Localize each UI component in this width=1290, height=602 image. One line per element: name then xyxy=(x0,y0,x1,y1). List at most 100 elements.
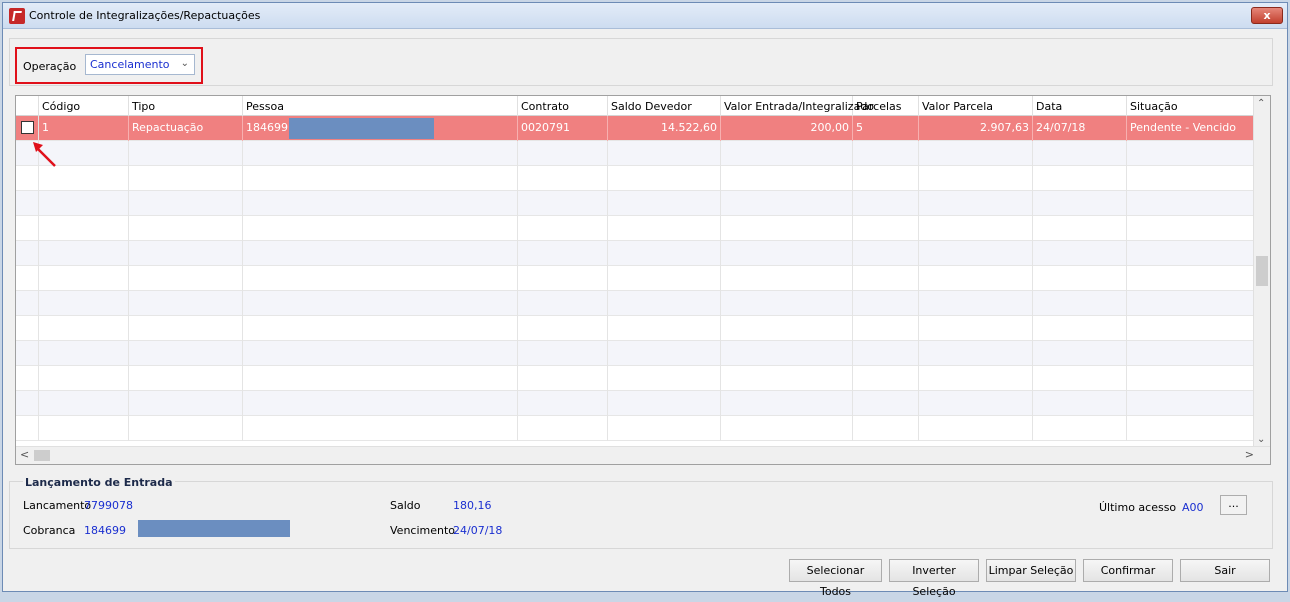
limpar-selecao-button[interactable]: Limpar Seleção xyxy=(986,559,1076,582)
empty-cell xyxy=(721,191,853,216)
header-tipo[interactable]: Tipo xyxy=(129,96,243,116)
header-contrato[interactable]: Contrato xyxy=(518,96,608,116)
operation-select-value: Cancelamento xyxy=(90,58,170,71)
scroll-left-icon[interactable]: < xyxy=(20,448,29,461)
scroll-up-icon[interactable]: ⌃ xyxy=(1257,98,1265,109)
empty-cell xyxy=(608,166,721,191)
row-checkbox[interactable] xyxy=(21,121,34,134)
empty-cell xyxy=(39,366,129,391)
empty-cell xyxy=(129,316,243,341)
empty-cell xyxy=(853,141,919,166)
empty-cell xyxy=(243,141,518,166)
title-bar: Controle de Integralizações/Repactuações… xyxy=(3,3,1287,29)
sair-button[interactable]: Sair xyxy=(1180,559,1270,582)
empty-cell xyxy=(919,416,1033,441)
cell-parcelas: 5 xyxy=(853,116,919,141)
empty-cell xyxy=(243,366,518,391)
annotation-arrow-icon xyxy=(33,142,56,167)
empty-cell xyxy=(608,316,721,341)
operation-select[interactable]: Cancelamento ⌄ xyxy=(85,54,195,75)
table-row[interactable]: 1 Repactuação 184699 0020791 14.522,60 2… xyxy=(16,116,1254,141)
empty-cell xyxy=(721,216,853,241)
horizontal-scroll-thumb[interactable] xyxy=(34,450,50,461)
horizontal-scrollbar[interactable]: < > xyxy=(16,446,1270,464)
ultimo-acesso-more-button[interactable]: ... xyxy=(1220,495,1247,515)
empty-cell xyxy=(39,216,129,241)
vertical-scrollbar[interactable]: ⌃ ⌄ xyxy=(1253,96,1270,448)
window-title: Controle de Integralizações/Repactuações xyxy=(29,9,261,22)
empty-row xyxy=(16,141,1254,166)
empty-cell xyxy=(608,266,721,291)
empty-cell xyxy=(608,241,721,266)
header-valor-parcela[interactable]: Valor Parcela xyxy=(919,96,1033,116)
header-parcelas[interactable]: Parcelas xyxy=(853,96,919,116)
empty-row xyxy=(16,391,1254,416)
vertical-scroll-thumb[interactable] xyxy=(1256,256,1268,286)
empty-cell xyxy=(1033,366,1127,391)
empty-cell xyxy=(1127,141,1254,166)
cobranca-label: Cobranca xyxy=(23,524,76,537)
empty-cell xyxy=(1127,291,1254,316)
empty-row xyxy=(16,216,1254,241)
empty-row xyxy=(16,416,1254,441)
empty-cell xyxy=(518,316,608,341)
empty-row-head xyxy=(16,366,39,391)
empty-cell xyxy=(518,391,608,416)
empty-cell xyxy=(243,166,518,191)
empty-cell xyxy=(853,216,919,241)
empty-row-head xyxy=(16,391,39,416)
ultimo-acesso-value: A00 xyxy=(1182,501,1204,514)
selecionar-todos-button[interactable]: Selecionar Todos xyxy=(789,559,882,598)
header-select-column xyxy=(16,96,39,116)
empty-cell xyxy=(518,191,608,216)
cobranca-value: 184699 xyxy=(84,524,126,537)
empty-cell xyxy=(39,416,129,441)
header-situacao[interactable]: Situação xyxy=(1127,96,1254,116)
empty-row-head xyxy=(16,266,39,291)
empty-cell xyxy=(1127,166,1254,191)
header-valor-entrada[interactable]: Valor Entrada/Integralizado xyxy=(721,96,874,116)
empty-cell xyxy=(39,316,129,341)
lancamento-label: Lancamento xyxy=(23,499,92,512)
records-grid[interactable]: Código Tipo Pessoa Contrato Saldo Devedo… xyxy=(15,95,1271,465)
cell-situacao: Pendente - Vencido xyxy=(1130,121,1236,134)
empty-cell xyxy=(129,416,243,441)
empty-cell xyxy=(1127,266,1254,291)
empty-cell xyxy=(39,266,129,291)
empty-cell xyxy=(919,291,1033,316)
scroll-down-icon[interactable]: ⌄ xyxy=(1257,434,1265,445)
chevron-down-icon: ⌄ xyxy=(180,58,189,69)
empty-cell xyxy=(1033,191,1127,216)
close-button[interactable]: x xyxy=(1251,7,1283,24)
empty-cell xyxy=(721,291,853,316)
header-codigo[interactable]: Código xyxy=(39,96,129,116)
row-select-cell xyxy=(16,116,39,141)
header-data[interactable]: Data xyxy=(1033,96,1127,116)
empty-cell xyxy=(853,241,919,266)
grid-header: Código Tipo Pessoa Contrato Saldo Devedo… xyxy=(16,96,1254,116)
confirmar-button[interactable]: Confirmar xyxy=(1083,559,1173,582)
empty-cell xyxy=(721,241,853,266)
inverter-selecao-button[interactable]: Inverter Seleção xyxy=(889,559,979,598)
empty-cell xyxy=(39,191,129,216)
vencimento-value: 24/07/18 xyxy=(453,524,503,537)
empty-cell xyxy=(129,391,243,416)
empty-cell xyxy=(1033,291,1127,316)
empty-cell xyxy=(129,216,243,241)
header-saldo-devedor[interactable]: Saldo Devedor xyxy=(608,96,721,116)
scroll-right-icon[interactable]: > xyxy=(1245,448,1254,461)
empty-cell xyxy=(1033,216,1127,241)
cell-data: 24/07/18 xyxy=(1033,116,1127,141)
redacted-cobranca-name xyxy=(138,520,290,537)
header-pessoa[interactable]: Pessoa xyxy=(243,96,518,116)
empty-cell xyxy=(1033,266,1127,291)
empty-cell xyxy=(853,341,919,366)
empty-cell xyxy=(518,216,608,241)
empty-cell xyxy=(518,266,608,291)
empty-row xyxy=(16,166,1254,191)
empty-cell xyxy=(608,191,721,216)
empty-cell xyxy=(243,341,518,366)
empty-cell xyxy=(919,216,1033,241)
empty-row-head xyxy=(16,241,39,266)
empty-cell xyxy=(243,191,518,216)
